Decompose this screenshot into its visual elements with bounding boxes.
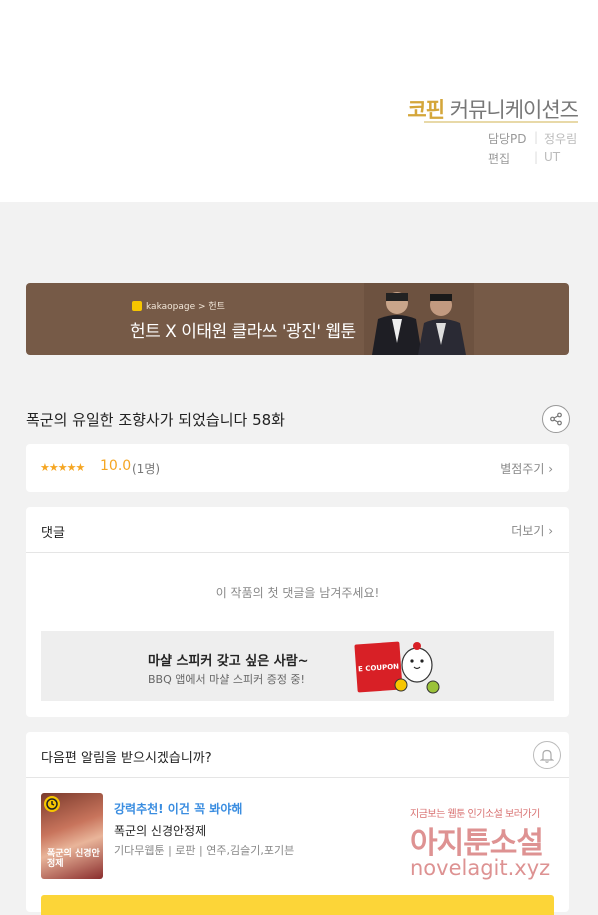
ad-title: 마샬 스피커 갖고 싶은 사람~ [148, 654, 309, 669]
webtoon-thumbnail[interactable]: 폭군의 신경안정제 [41, 793, 103, 879]
rating-stars: ★★★★★ [40, 461, 85, 474]
promo-banner[interactable]: kakaopage > 헌트 헌트 X 이태원 클라쓰 '광진' 웹툰 [26, 283, 569, 355]
watermark-line3: novelagit.xyz [410, 856, 551, 880]
bell-icon [540, 749, 554, 763]
studio-logo: 코핀 커뮤니케이션즈 [407, 94, 579, 124]
recommend-label: 강력추천! 이건 꼭 봐야해 [114, 802, 243, 816]
ad-subtitle: BBQ 앱에서 마샬 스피커 증정 중! [148, 673, 305, 686]
rating-count: (1명) [132, 462, 161, 476]
share-icon [550, 412, 562, 426]
banner-brand-text: kakaopage > 헌트 [146, 302, 225, 312]
credit-name: UT [544, 150, 561, 164]
comments-more-link[interactable]: 더보기 › [511, 522, 553, 539]
credit-row-editor: 편집 | UT [488, 150, 578, 167]
kakaopage-logo-icon [132, 300, 142, 311]
watermark: 지금보는 웹툰 인기소설 보러가기 아지툰소설 novelagit.xyz [410, 805, 550, 880]
credit-divider: | [533, 150, 538, 164]
studio-underline [424, 121, 578, 123]
ad-banner[interactable]: 마샬 스피커 갖고 싶은 사람~ BBQ 앱에서 마샬 스피커 증정 중! E … [41, 631, 554, 701]
banner-brand: kakaopage > 헌트 [132, 299, 225, 312]
rating-card: ★★★★★ 10.0 (1명) 별점주기 › [26, 444, 569, 492]
recommended-webtoon-meta: 기다무웹툰 | 로판 | 연주,김슬기,포기븐 [114, 844, 295, 857]
rate-button[interactable]: 별점주기 › [500, 460, 553, 477]
credits-section: 코핀 커뮤니케이션즈 담당PD | 정우림 편집 | UT [0, 0, 598, 202]
credit-row-pd: 담당PD | 정우림 [488, 130, 578, 147]
credit-name: 정우림 [544, 132, 578, 146]
comments-card: 댓글 더보기 › 이 작품의 첫 댓글을 남겨주세요! 마샬 스피커 갖고 싶은… [26, 507, 569, 717]
studio-name-main: 코핀 [407, 98, 445, 122]
comments-empty-message: 이 작품의 첫 댓글을 남겨주세요! [215, 586, 380, 600]
notify-action-button[interactable] [41, 895, 554, 915]
thumbnail-title: 폭군의 신경안정제 [47, 849, 100, 869]
credit-role: 담당PD [487, 132, 527, 146]
credit-divider: | [533, 130, 538, 144]
chicken-mascot-image [394, 642, 440, 694]
rating-score: 10.0 [100, 458, 132, 474]
banner-title: 헌트 X 이태원 클라쓰 '광진' 웹툰 [130, 322, 356, 342]
banner-characters-image [364, 283, 474, 355]
recommended-webtoon-title[interactable]: 폭군의 신경안정제 [114, 822, 206, 839]
comments-header: 댓글 [41, 526, 65, 541]
notify-bell-button[interactable] [533, 741, 561, 769]
clock-badge-icon [44, 796, 60, 812]
share-button[interactable] [542, 405, 570, 433]
studio-name-rest: 커뮤니케이션즈 [449, 98, 579, 122]
divider [26, 777, 569, 778]
divider [26, 552, 569, 553]
episode-title: 폭군의 유일한 조향사가 되었습니다 58화 [26, 411, 285, 429]
credit-role: 편집 [487, 152, 511, 166]
notify-question: 다음편 알림을 받으시겠습니까? [41, 751, 212, 766]
